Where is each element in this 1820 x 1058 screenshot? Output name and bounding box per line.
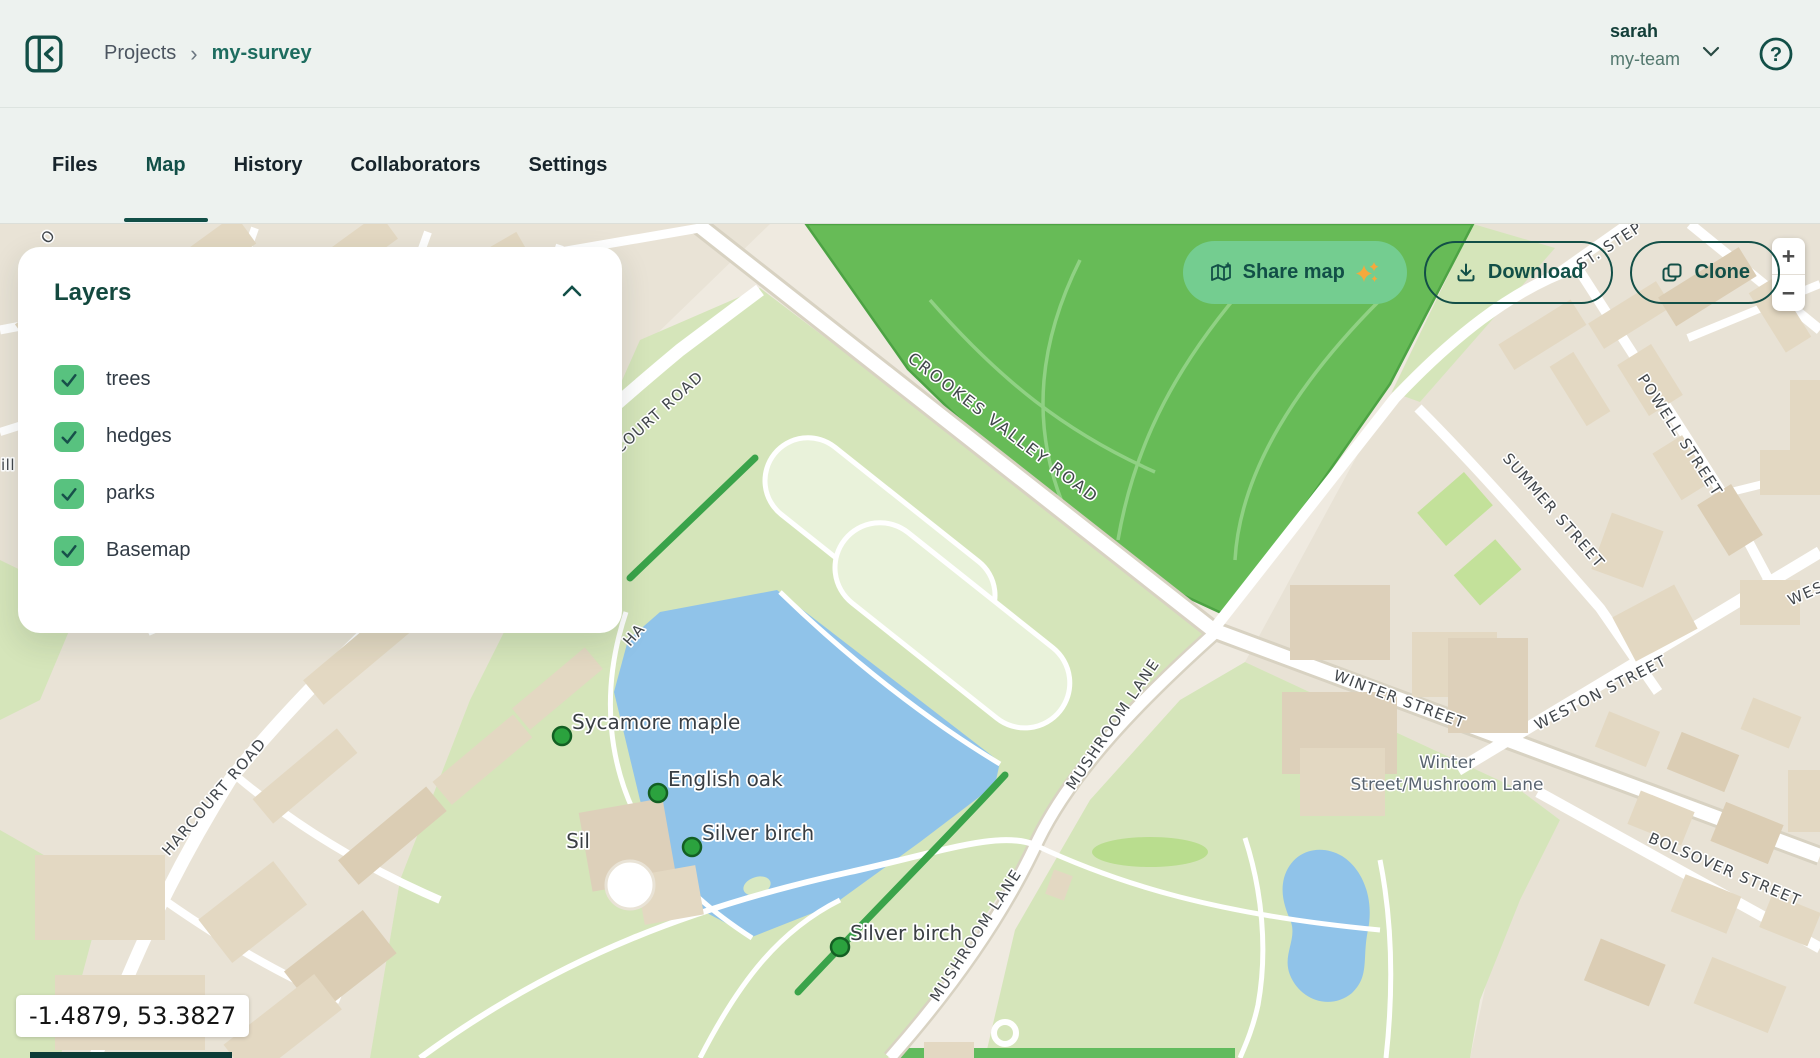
checkbox-parks-checked[interactable] bbox=[54, 479, 84, 509]
layer-row-hedges[interactable]: hedges bbox=[54, 408, 586, 465]
download-icon bbox=[1454, 261, 1478, 285]
layer-row-basemap[interactable]: Basemap bbox=[54, 522, 586, 579]
cursor-coordinates: -1.4879, 53.3827 bbox=[16, 995, 249, 1037]
chevron-down-icon[interactable] bbox=[1702, 44, 1720, 62]
tree-marker[interactable] bbox=[649, 784, 667, 802]
help-icon[interactable]: ? bbox=[1756, 34, 1796, 74]
attribution-bar-partial bbox=[30, 1052, 232, 1058]
clone-button[interactable]: Clone bbox=[1630, 241, 1780, 304]
layer-row-parks[interactable]: parks bbox=[54, 465, 586, 522]
checkbox-trees-checked[interactable] bbox=[54, 365, 84, 395]
checkbox-hedges-checked[interactable] bbox=[54, 422, 84, 452]
clone-label: Clone bbox=[1694, 261, 1750, 284]
tree-marker-label: Silver birch bbox=[850, 921, 962, 945]
tab-files[interactable]: Files bbox=[28, 108, 122, 223]
layers-panel: Layers trees hedges parks bbox=[18, 247, 622, 633]
download-button[interactable]: Download bbox=[1424, 241, 1614, 304]
checkbox-basemap-checked[interactable] bbox=[54, 536, 84, 566]
layer-label: Basemap bbox=[106, 539, 191, 562]
user-name: sarah bbox=[1610, 18, 1680, 46]
sidebar-collapse-icon[interactable] bbox=[24, 34, 64, 74]
layer-row-trees[interactable]: trees bbox=[54, 351, 586, 408]
breadcrumb: Projects › my-survey bbox=[104, 41, 312, 67]
road-label: ill bbox=[1, 456, 15, 474]
layer-label: hedges bbox=[106, 425, 172, 448]
user-team: my-team bbox=[1610, 46, 1680, 74]
road-label: Sil bbox=[566, 829, 590, 853]
sparkles-icon bbox=[1355, 260, 1381, 286]
tree-marker[interactable] bbox=[831, 938, 849, 956]
project-tabbar: Files Map History Collaborators Settings… bbox=[0, 108, 1820, 224]
svg-text:?: ? bbox=[1770, 44, 1782, 66]
layers-panel-title: Layers bbox=[54, 279, 131, 307]
chevron-right-icon: › bbox=[190, 41, 197, 67]
download-label: Download bbox=[1488, 261, 1584, 284]
tabs: Files Map History Collaborators Settings bbox=[28, 108, 631, 223]
share-map-button[interactable]: Share map bbox=[1183, 241, 1407, 304]
chevron-up-icon[interactable] bbox=[558, 280, 586, 306]
user-menu[interactable]: sarah my-team bbox=[1610, 18, 1680, 74]
layer-label: trees bbox=[106, 368, 150, 391]
tree-marker-label: Silver birch bbox=[702, 821, 814, 845]
breadcrumb-current-project[interactable]: my-survey bbox=[212, 42, 312, 65]
layer-label: parks bbox=[106, 482, 155, 505]
tree-marker-label: Sycamore maple bbox=[572, 710, 740, 734]
tab-map[interactable]: Map bbox=[122, 108, 210, 223]
tree-marker[interactable] bbox=[553, 727, 571, 745]
map-actions: Share map Download Clone bbox=[1183, 241, 1780, 304]
tab-history[interactable]: History bbox=[210, 108, 327, 223]
tree-marker[interactable] bbox=[683, 838, 701, 856]
share-map-label: Share map bbox=[1243, 261, 1345, 284]
breadcrumb-projects-link[interactable]: Projects bbox=[104, 42, 176, 65]
app-header: Projects › my-survey sarah my-team ? bbox=[0, 0, 1820, 108]
tab-settings[interactable]: Settings bbox=[505, 108, 632, 223]
tab-collaborators[interactable]: Collaborators bbox=[326, 108, 504, 223]
tree-marker-label: English oak bbox=[668, 767, 783, 791]
map-icon bbox=[1209, 261, 1233, 285]
copy-icon bbox=[1660, 261, 1684, 285]
